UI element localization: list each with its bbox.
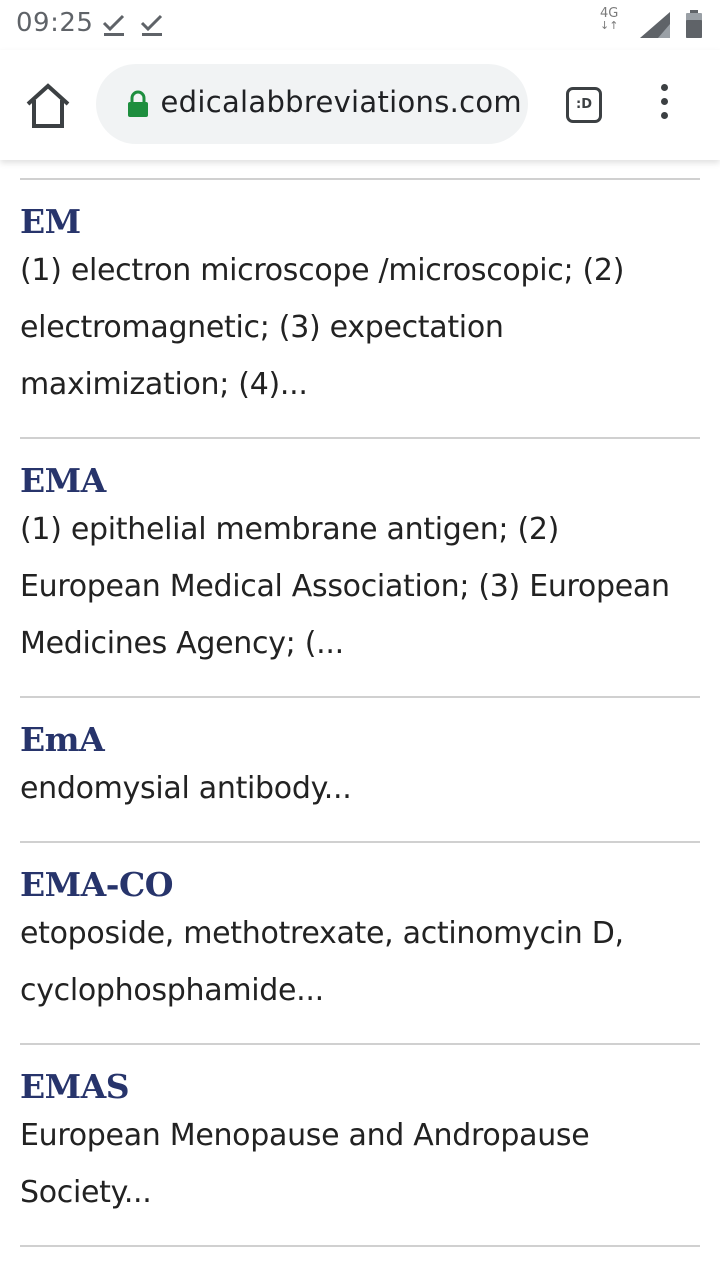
term-link[interactable]: EMAS <box>20 1067 700 1107</box>
term-link[interactable]: EMA <box>20 461 700 501</box>
definition-text: etoposide, methotrexate, actinomycin D, … <box>20 916 624 1008</box>
definition-text: endomysial antibody... <box>20 771 352 806</box>
list-item: EMA (1) epithelial membrane antigen; (2)… <box>20 439 700 698</box>
definition-text: European Menopause and Andropause Societ… <box>20 1118 590 1210</box>
tab-switcher-button[interactable]: :D <box>566 87 602 123</box>
list-item: EMAS European Menopause and Andropause S… <box>20 1045 700 1247</box>
browser-toolbar: medicalabbreviations.com :D <box>0 50 720 160</box>
abbreviation-list: EM (1) electron microscope /microscopic;… <box>20 178 700 1247</box>
url-text[interactable]: medicalabbreviations.com <box>162 85 522 125</box>
term-link[interactable]: EMA-CO <box>20 865 700 905</box>
download-done-icon <box>102 14 125 36</box>
lock-icon <box>128 90 148 117</box>
status-time: 09:25 <box>16 8 94 38</box>
term-link[interactable]: EmA <box>20 720 700 760</box>
url-value: medicalabbreviations.com <box>162 85 522 119</box>
list-item: EMA-CO etoposide, methotrexate, actinomy… <box>20 843 700 1045</box>
overflow-menu-icon[interactable] <box>654 84 674 128</box>
address-bar[interactable]: medicalabbreviations.com <box>96 64 528 144</box>
term-link[interactable]: EM <box>20 202 700 242</box>
definition-text: (1) electron microscope /microscopic; (2… <box>20 253 625 402</box>
list-item: EM (1) electron microscope /microscopic;… <box>20 180 700 439</box>
list-item: EmA endomysial antibody... <box>20 698 700 843</box>
definition-text: (1) epithelial membrane antigen; (2) Eur… <box>20 512 670 661</box>
status-bar: 09:25 4G ↓↑ <box>0 0 720 50</box>
battery-icon <box>686 10 702 38</box>
network-type: 4G ↓↑ <box>600 7 619 32</box>
signal-icon <box>640 12 670 38</box>
home-icon[interactable] <box>22 82 74 130</box>
download-done-icon <box>140 14 163 36</box>
data-arrows-icon: ↓↑ <box>600 19 619 32</box>
